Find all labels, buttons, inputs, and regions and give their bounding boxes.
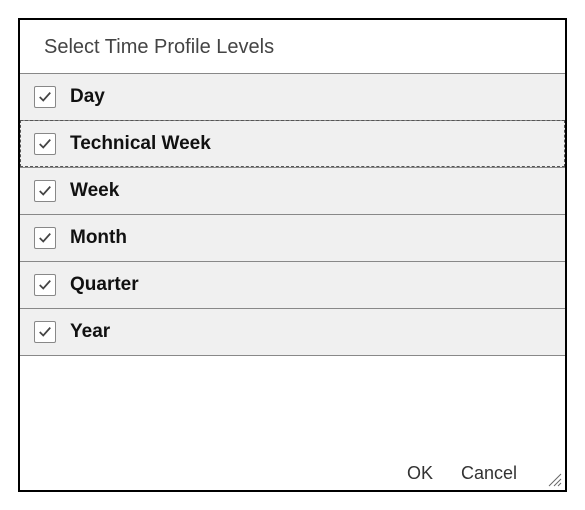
checkbox[interactable] <box>34 227 56 249</box>
list-item-label: Day <box>70 86 105 108</box>
list-item-label: Week <box>70 180 119 202</box>
list-item[interactable]: Year <box>20 308 565 356</box>
checkbox[interactable] <box>34 86 56 108</box>
time-profile-dialog: Select Time Profile Levels Day Technical … <box>18 18 567 492</box>
list-item-label: Technical Week <box>70 133 211 155</box>
list-item[interactable]: Quarter <box>20 261 565 308</box>
check-icon <box>38 90 52 104</box>
levels-list: Day Technical Week Week Month Quarter Year <box>20 73 565 356</box>
checkbox[interactable] <box>34 274 56 296</box>
check-icon <box>38 278 52 292</box>
check-icon <box>38 137 52 151</box>
list-item-label: Year <box>70 321 110 343</box>
ok-button[interactable]: OK <box>407 463 433 484</box>
list-item[interactable]: Technical Week <box>20 120 565 167</box>
check-icon <box>38 231 52 245</box>
cancel-button[interactable]: Cancel <box>461 463 517 484</box>
dialog-title: Select Time Profile Levels <box>20 20 565 73</box>
resize-handle-icon[interactable] <box>546 471 562 487</box>
list-item-label: Month <box>70 227 127 249</box>
checkbox[interactable] <box>34 133 56 155</box>
dialog-footer: OK Cancel <box>20 445 565 490</box>
list-item[interactable]: Week <box>20 167 565 214</box>
check-icon <box>38 325 52 339</box>
list-item[interactable]: Month <box>20 214 565 261</box>
checkbox[interactable] <box>34 180 56 202</box>
list-item[interactable]: Day <box>20 73 565 120</box>
check-icon <box>38 184 52 198</box>
list-item-label: Quarter <box>70 274 139 296</box>
checkbox[interactable] <box>34 321 56 343</box>
